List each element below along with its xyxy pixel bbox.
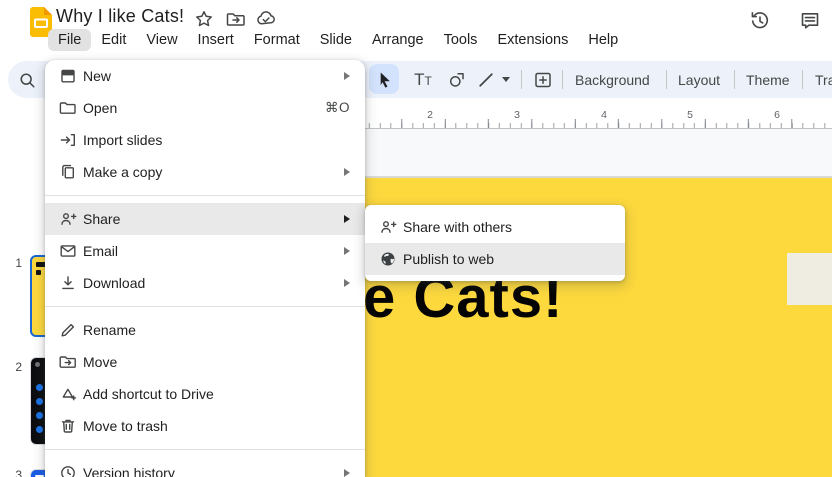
menu-item-version-history[interactable]: Version history xyxy=(45,457,365,477)
ruler-number: 3 xyxy=(511,109,523,121)
menu-item-add-shortcut-to-drive[interactable]: Add shortcut to Drive xyxy=(45,378,365,410)
menu-help[interactable]: Help xyxy=(578,29,628,51)
email-icon xyxy=(59,242,77,260)
shape-icon xyxy=(447,70,467,90)
menu-divider xyxy=(45,306,365,307)
move-folder-icon[interactable] xyxy=(226,9,246,29)
toolbar-divider xyxy=(666,70,667,89)
menu-item-move[interactable]: Move xyxy=(45,346,365,378)
menu-insert[interactable]: Insert xyxy=(188,29,244,51)
file-menu: New Open ⌘O Import slides xyxy=(45,60,365,477)
menu-item-share[interactable]: Share xyxy=(45,203,365,235)
submenu-arrow-icon xyxy=(344,168,350,176)
menu-item-import-slides[interactable]: Import slides xyxy=(45,124,365,156)
trash-icon xyxy=(59,417,77,435)
ruler-number: 6 xyxy=(771,109,783,121)
menu-tools[interactable]: Tools xyxy=(434,29,488,51)
line-icon xyxy=(476,70,496,90)
toolbar-divider xyxy=(802,70,803,89)
open-shortcut: ⌘O xyxy=(325,100,350,116)
menu-item-move-to-trash[interactable]: Move to trash xyxy=(45,410,365,442)
toolbar-divider xyxy=(521,70,522,89)
menu-item-make-a-copy[interactable]: Make a copy xyxy=(45,156,365,188)
transition-button[interactable]: Transition xyxy=(815,61,832,98)
document-title[interactable]: Why I like Cats! xyxy=(56,6,184,27)
submenu-arrow-icon xyxy=(344,72,350,80)
submenu-arrow-icon xyxy=(344,247,350,255)
move-folder-icon xyxy=(59,353,77,371)
background-button[interactable]: Background xyxy=(575,61,650,98)
theme-button[interactable]: Theme xyxy=(746,61,790,98)
new-presentation-icon xyxy=(59,67,77,85)
toolbar-divider xyxy=(734,70,735,89)
menu-item-new[interactable]: New xyxy=(45,60,365,92)
menu-format[interactable]: Format xyxy=(244,29,310,51)
menu-edit[interactable]: Edit xyxy=(91,29,136,51)
shape-tool-button[interactable] xyxy=(445,68,469,92)
select-tool-button[interactable] xyxy=(369,64,399,94)
slide-image-placeholder[interactable] xyxy=(787,253,832,305)
menu-extensions[interactable]: Extensions xyxy=(487,29,578,51)
menu-view[interactable]: View xyxy=(136,29,187,51)
ruler-number: 2 xyxy=(424,109,436,121)
cursor-arrow-icon xyxy=(375,70,394,89)
search-icon[interactable] xyxy=(17,70,37,90)
drive-shortcut-icon xyxy=(59,385,77,403)
menu-arrange[interactable]: Arrange xyxy=(362,29,434,51)
copy-icon xyxy=(59,163,77,181)
menu-item-open[interactable]: Open ⌘O xyxy=(45,92,365,124)
layout-button[interactable]: Layout xyxy=(678,61,720,98)
insert-placeholder-button[interactable] xyxy=(531,68,555,92)
menu-slide[interactable]: Slide xyxy=(310,29,362,51)
menu-divider xyxy=(45,449,365,450)
submenu-item-publish-to-web[interactable]: Publish to web xyxy=(365,243,625,275)
folder-open-icon xyxy=(59,99,77,117)
share-submenu: Share with others Publish to web xyxy=(365,205,625,281)
version-history-icon[interactable] xyxy=(749,10,771,32)
menu-item-email[interactable]: Email xyxy=(45,235,365,267)
comments-icon[interactable] xyxy=(799,10,821,32)
slide-number: 1 xyxy=(4,256,22,270)
menu-bar: File Edit View Insert Format Slide Arran… xyxy=(48,29,628,51)
submenu-arrow-icon xyxy=(344,279,350,287)
ruler-number: 4 xyxy=(598,109,610,121)
google-slides-app: Why I like Cats! File Edit View Insert F… xyxy=(0,0,832,477)
menu-file[interactable]: File xyxy=(48,29,91,51)
person-add-icon xyxy=(59,210,77,228)
line-tool-button[interactable] xyxy=(474,68,498,92)
download-icon xyxy=(59,274,77,292)
slide-number: 3 xyxy=(4,468,22,477)
text-tool-icon: TT xyxy=(414,71,432,89)
chevron-down-icon xyxy=(502,77,510,82)
text-tool-button[interactable]: TT xyxy=(411,68,435,92)
clock-icon xyxy=(59,464,77,477)
submenu-arrow-icon xyxy=(344,215,350,223)
menu-item-rename[interactable]: Rename xyxy=(45,314,365,346)
pencil-icon xyxy=(59,321,77,339)
import-icon xyxy=(59,131,77,149)
globe-icon xyxy=(379,250,397,268)
frame-plus-icon xyxy=(533,70,553,90)
person-add-icon xyxy=(379,218,397,236)
line-tool-dropdown[interactable] xyxy=(502,77,510,82)
submenu-arrow-icon xyxy=(344,469,350,477)
toolbar-divider xyxy=(562,70,563,89)
cloud-saved-icon[interactable] xyxy=(256,9,276,29)
submenu-item-share-with-others[interactable]: Share with others xyxy=(365,211,625,243)
slide-number: 2 xyxy=(4,360,22,374)
menu-item-download[interactable]: Download xyxy=(45,267,365,299)
menu-divider xyxy=(45,195,365,196)
ruler-number: 5 xyxy=(684,109,696,121)
star-icon[interactable] xyxy=(194,9,214,29)
